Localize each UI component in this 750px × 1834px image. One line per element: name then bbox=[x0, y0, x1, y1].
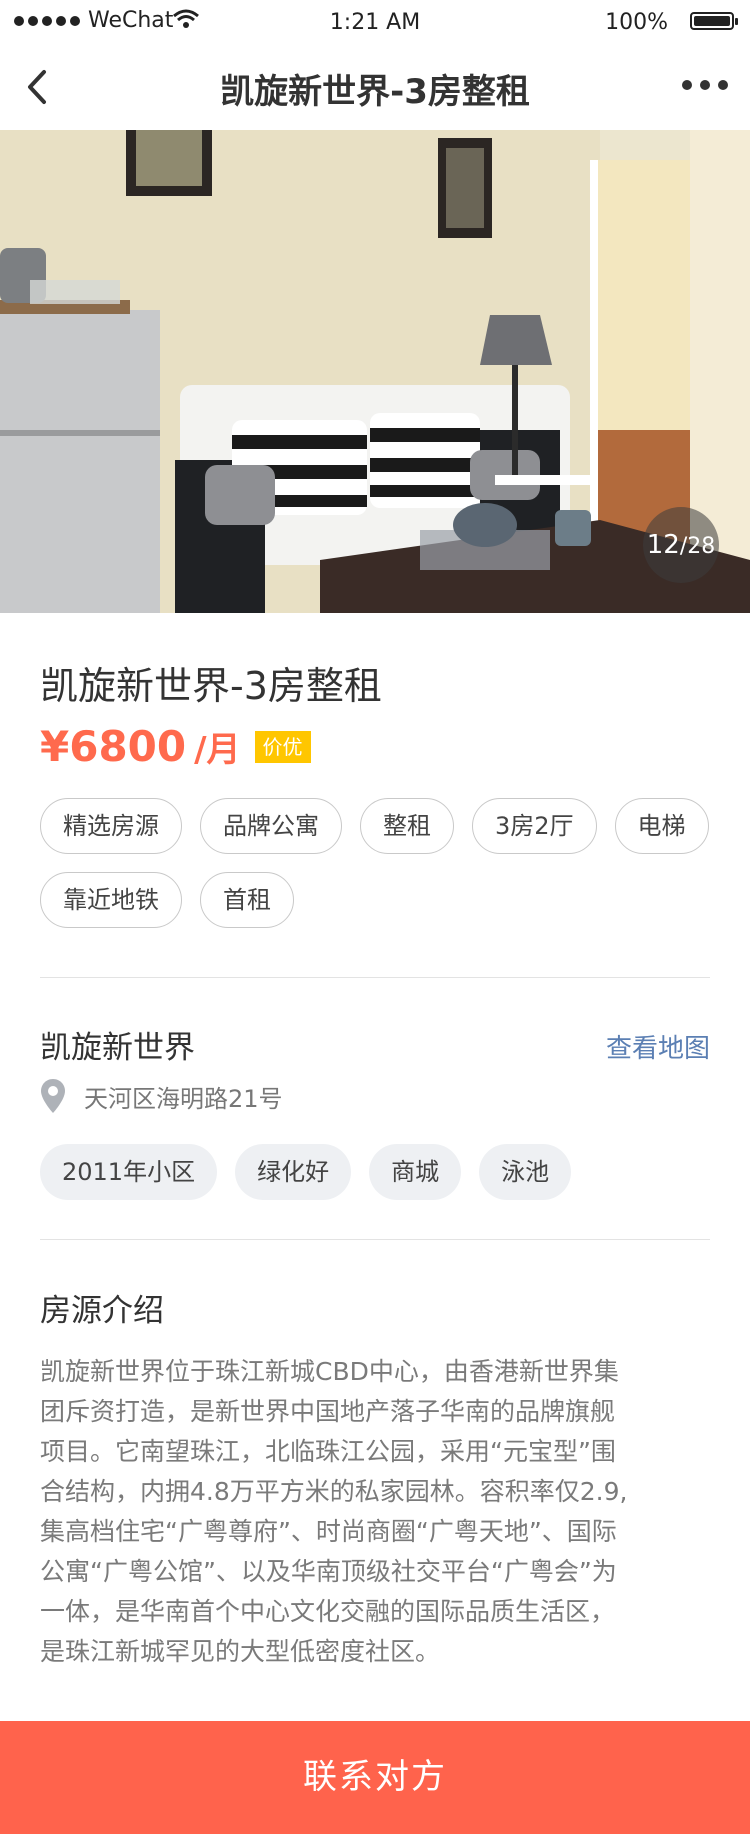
description-line: 凯旋新世界位于珠江新城CBD中心，由香港新世界集 bbox=[40, 1357, 619, 1386]
tag: 精选房源 bbox=[40, 798, 182, 854]
community-tag: 绿化好 bbox=[235, 1144, 352, 1200]
nav-title: 凯旋新世界-3房整租 bbox=[220, 72, 530, 112]
description-text: 凯旋新世界位于珠江新城CBD中心，由香港新世界集 团斥资打造，是新世界中国地产落… bbox=[40, 1352, 712, 1672]
description-line: 团斥资打造，是新世界中国地产落子华南的品牌旗舰 bbox=[40, 1397, 616, 1426]
more-button[interactable] bbox=[682, 80, 728, 90]
description-line: 公寓“广粤公馆”、以及华南顶级社交平台“广粤会”为 bbox=[40, 1557, 617, 1586]
tag: 靠近地铁 bbox=[40, 872, 182, 928]
price-badge: 价优 bbox=[254, 730, 311, 763]
location-pin-icon bbox=[41, 1079, 65, 1113]
community-tags: 2011年小区 绿化好 商城 泳池 bbox=[40, 1144, 720, 1200]
price-row: ¥6800 /月 价优 bbox=[40, 722, 311, 771]
community-tag: 2011年小区 bbox=[40, 1144, 218, 1200]
community-name: 凯旋新世界 bbox=[40, 1030, 195, 1066]
price: ¥6800 bbox=[40, 722, 187, 771]
tag: 电梯 bbox=[614, 798, 709, 854]
listing-photo[interactable] bbox=[0, 130, 750, 613]
price-unit: /月 bbox=[194, 730, 241, 770]
divider bbox=[40, 977, 710, 978]
listing-title: 凯旋新世界-3房整租 bbox=[40, 664, 382, 708]
community-tag: 商城 bbox=[369, 1144, 462, 1200]
tag: 首租 bbox=[200, 872, 294, 928]
listing-tags: 精选房源 品牌公寓 整租 3房2厅 电梯 靠近地铁 首租 bbox=[40, 798, 720, 928]
divider bbox=[40, 1239, 710, 1240]
tag: 3房2厅 bbox=[472, 798, 597, 854]
photo-counter: 12/28 bbox=[643, 507, 719, 583]
tag: 品牌公寓 bbox=[200, 798, 342, 854]
description-line: 合结构，内拥4.8万平方米的私家园林。容积率仅2.9, bbox=[40, 1477, 628, 1506]
description-line: 项目。它南望珠江，北临珠江公园，采用“元宝型”围 bbox=[40, 1437, 616, 1466]
photo-counter-current: 12 bbox=[646, 530, 680, 560]
living-room-image bbox=[0, 130, 750, 613]
description-line: 一体，是华南首个中心文化交融的国际品质生活区， bbox=[40, 1597, 616, 1626]
status-bar: WeChat 1:21 AM 100% bbox=[0, 0, 750, 44]
address-row: 天河区海明路21号 bbox=[40, 1078, 283, 1114]
description-line: 集高档住宅“广粤尊府”、时尚商圈“广粤天地”、国际 bbox=[40, 1517, 617, 1546]
view-map-link[interactable]: 查看地图 bbox=[606, 1028, 710, 1065]
tag: 整租 bbox=[360, 798, 454, 854]
address: 天河区海明路21号 bbox=[84, 1084, 283, 1113]
battery-percent: 100% bbox=[605, 10, 668, 35]
battery-icon bbox=[690, 12, 738, 30]
nav-bar: 凯旋新世界-3房整租 bbox=[0, 44, 750, 130]
contact-button[interactable]: 联系对方 bbox=[0, 1721, 750, 1834]
description-title: 房源介绍 bbox=[40, 1293, 164, 1329]
more-dots-icon bbox=[682, 80, 692, 90]
description-line: 是珠江新城罕见的大型低密度社区。 bbox=[40, 1637, 441, 1666]
community-tag: 泳池 bbox=[479, 1144, 572, 1200]
photo-counter-total: /28 bbox=[679, 534, 716, 559]
